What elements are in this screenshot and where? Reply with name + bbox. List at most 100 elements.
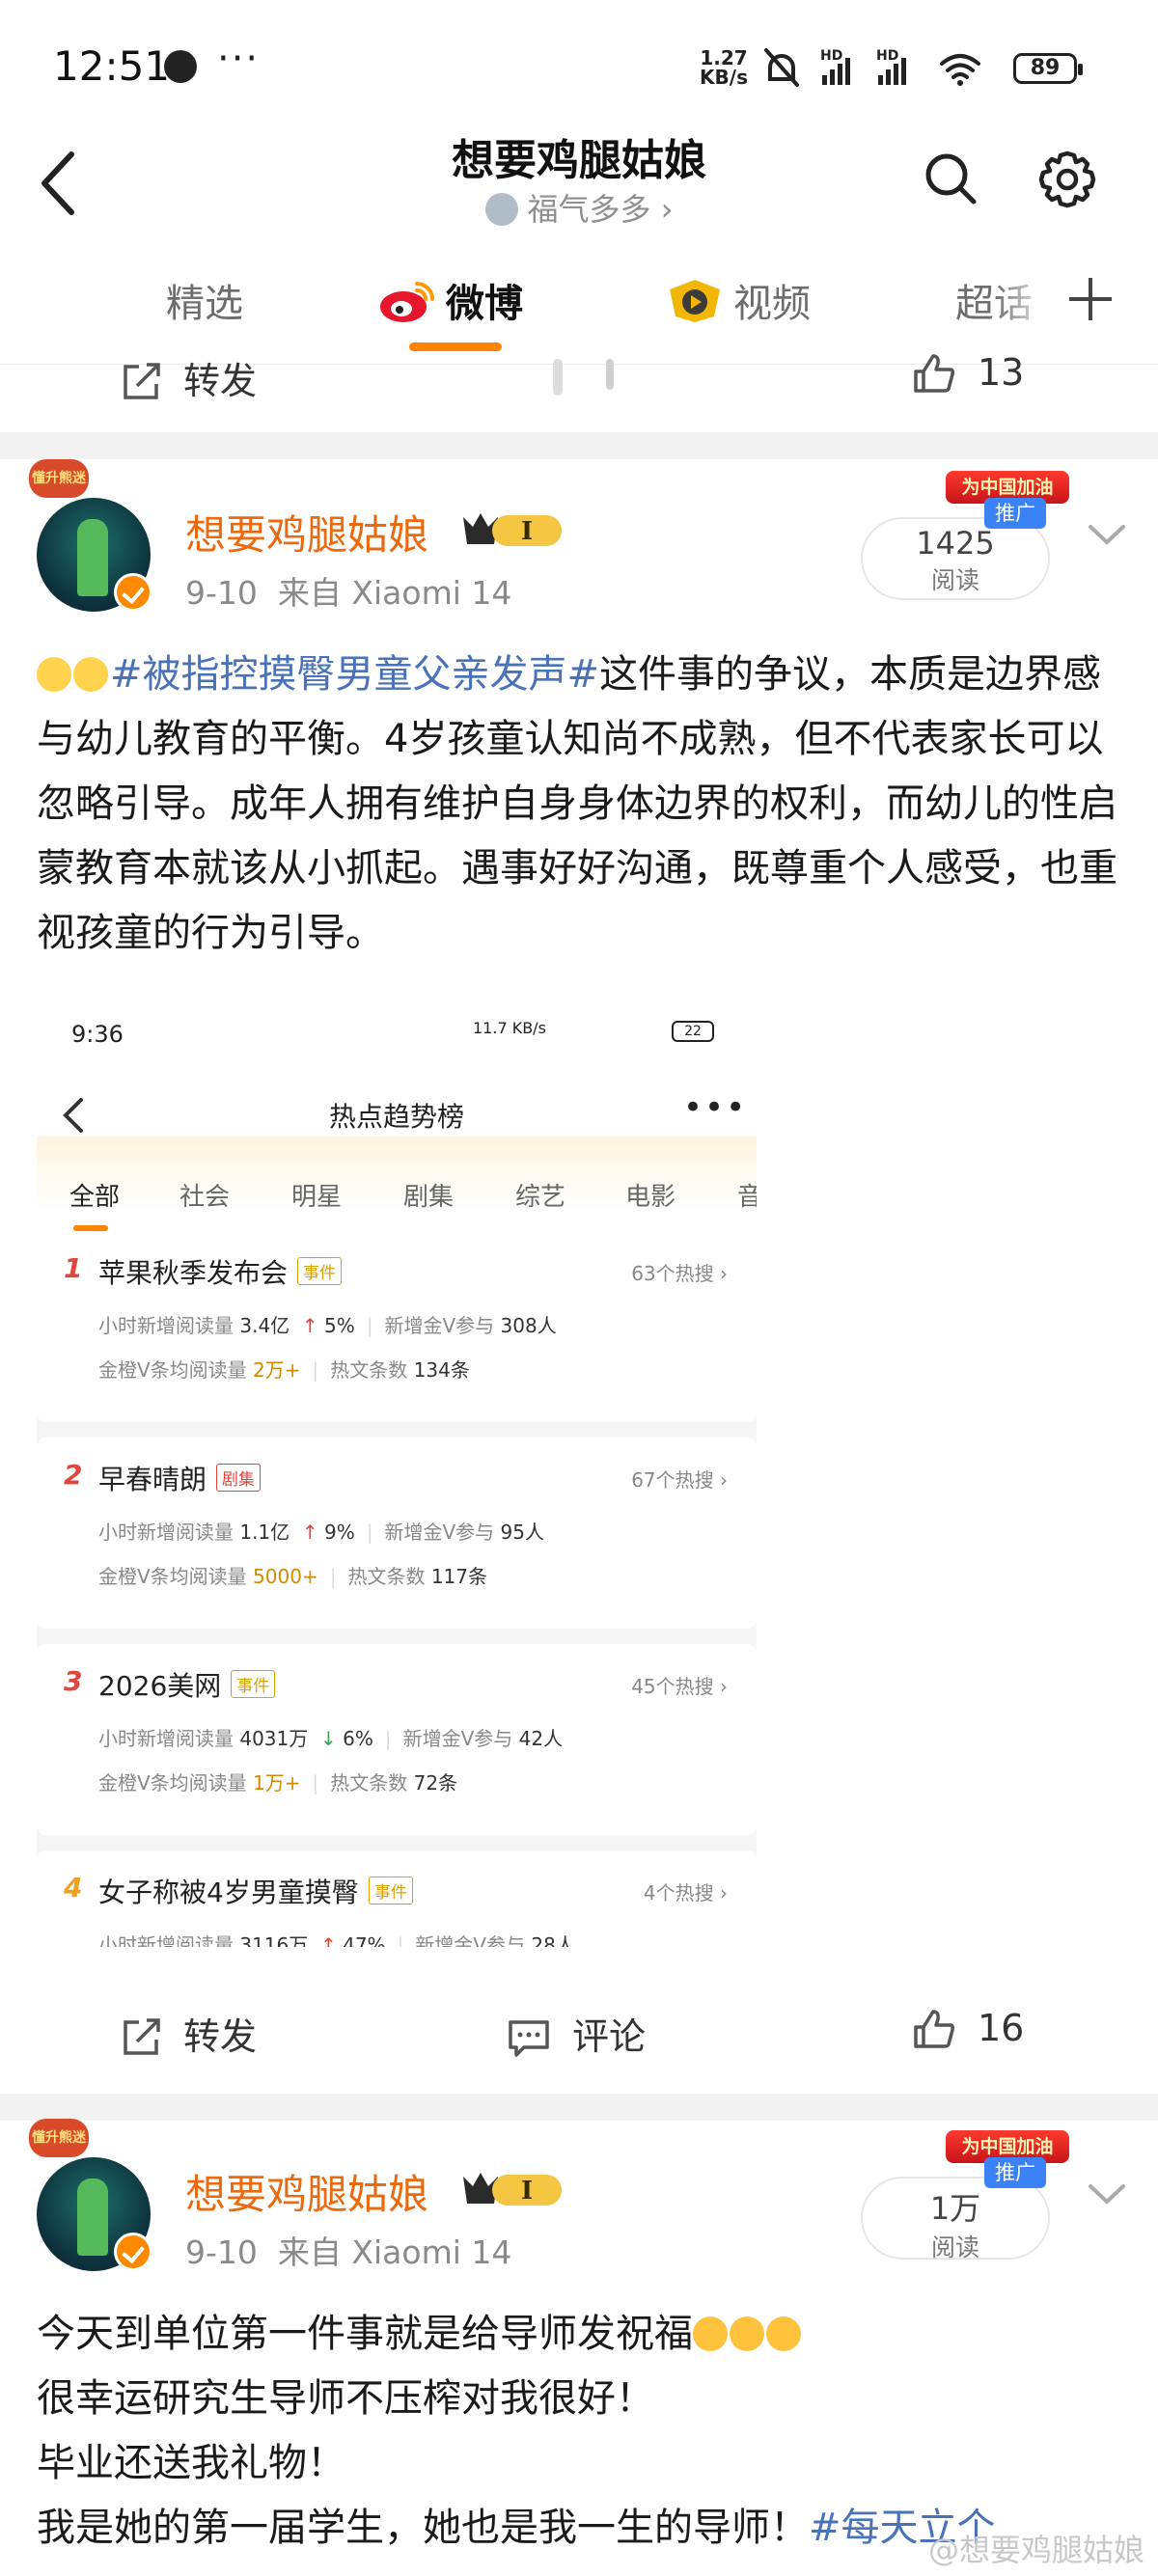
trend-rank: 3 bbox=[64, 1665, 83, 1697]
vip-level-badge[interactable]: I bbox=[459, 509, 567, 550]
read-count-pill: 1万 阅读 bbox=[861, 2177, 1050, 2261]
comment-icon bbox=[509, 2020, 549, 2057]
comment-button[interactable]: 评论 bbox=[507, 2007, 646, 2060]
page-title: 想要鸡腿姑娘 bbox=[452, 136, 706, 185]
emoji-icon bbox=[37, 657, 71, 692]
post-menu-chevron-icon[interactable] bbox=[1085, 2177, 1129, 2211]
trend-stats-2: 金橙V条均阅读量 5000+ | 热文条数 117条 bbox=[98, 1565, 487, 1588]
vip-level: I bbox=[521, 517, 533, 546]
previous-post-actions: 转发 13 bbox=[0, 353, 1158, 421]
trend-heat: 4个热搜 › bbox=[643, 1881, 728, 1905]
signal-wifi-icons: HD HD bbox=[764, 48, 980, 87]
username[interactable]: 想要鸡腿姑娘 bbox=[185, 2162, 428, 2221]
trend-name: 女子称被4岁男童摸臀 事件 bbox=[98, 1872, 413, 1910]
read-count: 1425 bbox=[916, 525, 995, 562]
notification-icon bbox=[164, 50, 197, 83]
like-button[interactable]: 13 bbox=[912, 353, 1024, 395]
read-count-pill: 1425 阅读 bbox=[861, 517, 1050, 600]
trend-stats: 小时新增阅读量 4031万 ↓ 6% | 新增金V参与 42人 bbox=[98, 1727, 564, 1750]
video-icon bbox=[670, 280, 720, 322]
trend-rank: 1 bbox=[64, 1252, 83, 1284]
trend-stats-2: 金橙V条均阅读量 2万+ | 热文条数 134条 bbox=[98, 1358, 470, 1382]
embedded-title: 热点趋势榜 bbox=[328, 1101, 464, 1133]
verified-badge-icon bbox=[114, 2233, 152, 2271]
trend-name: 早春晴朗 剧集 bbox=[98, 1459, 262, 1497]
watermark: @想要鸡腿姑娘 bbox=[928, 2532, 1145, 2568]
vip-level-badge[interactable]: I bbox=[459, 2169, 567, 2209]
network-speed: 1.27 KB/s bbox=[700, 46, 748, 89]
add-tab-button[interactable] bbox=[1062, 270, 1119, 328]
search-button[interactable] bbox=[922, 150, 979, 207]
post-actions: 转发 评论 16 bbox=[0, 1987, 1158, 2084]
post-divider bbox=[0, 432, 1158, 459]
trend-stats: 小时新增阅读量 1.1亿 ↑ 9% | 新增金V参与 95人 bbox=[98, 1521, 544, 1544]
emoji-icon bbox=[73, 657, 108, 692]
repost-icon bbox=[124, 363, 160, 399]
more-notifications-icon: ··· bbox=[217, 37, 261, 81]
trend-label: 事件 bbox=[231, 1670, 276, 1698]
emoji-icon bbox=[730, 2316, 764, 2351]
trend-heat: 45个热搜 › bbox=[631, 1675, 728, 1698]
profile-tabs: 精选 微博 视频 超话 bbox=[0, 241, 1158, 365]
repost-button[interactable]: 转发 bbox=[120, 2007, 257, 2060]
trend-name: 苹果秋季发布会 事件 bbox=[98, 1252, 343, 1291]
avatar-badge: 懂升熊迷 bbox=[29, 2119, 89, 2157]
post-text: 今天到单位第一件事就是给导师发祝福 很幸运研究生导师不压榨对我很好！ 毕业还送我… bbox=[37, 2312, 996, 2550]
embedded-status-bar: 9:36 11.7 KB/s 22 bbox=[37, 992, 757, 1069]
profile-header: 想要鸡腿姑娘 福气多多 › bbox=[0, 125, 1158, 241]
trend-heat: 63个热搜 › bbox=[631, 1262, 728, 1285]
thumbs-up-icon bbox=[914, 354, 954, 393]
repost-button[interactable]: 转发 bbox=[120, 353, 257, 404]
settings-gear-button[interactable] bbox=[1037, 150, 1097, 209]
vip-level: I bbox=[521, 2177, 533, 2206]
embedded-screenshot[interactable]: 9:36 11.7 KB/s 22 热点趋势榜 ••• 全部 社会 明星 剧集 … bbox=[37, 992, 757, 1947]
scrollbar-handle-2 bbox=[606, 359, 614, 390]
avatar-badge: 懂升熊迷 bbox=[29, 459, 89, 498]
read-label: 阅读 bbox=[930, 2233, 979, 2261]
username[interactable]: 想要鸡腿姑娘 bbox=[185, 503, 428, 562]
active-tab-indicator bbox=[409, 343, 502, 351]
trend-item[interactable]: 4 女子称被4岁男童摸臀 事件 4个热搜 › 小时新增阅读量 3116万 ↑ 47% | 新… bbox=[37, 1850, 757, 1947]
embedded-tabs: 全部 社会 明星 剧集 综艺 电影 音 bbox=[37, 1137, 757, 1243]
post-header: 懂升熊迷 想要鸡腿姑娘 I 9-10 来自 Xiaomi 14 1万 阅读 为中… bbox=[0, 2119, 1158, 2273]
topic-link[interactable]: #被指控摸臀男童父亲发声# bbox=[110, 652, 599, 697]
weibo-logo-icon bbox=[380, 282, 434, 322]
emoji-icon bbox=[766, 2316, 801, 2351]
trend-heat: 67个热搜 › bbox=[631, 1468, 728, 1492]
promotion-badge[interactable]: 为中国加油 推广 bbox=[946, 2130, 1071, 2188]
post-menu-chevron-icon[interactable] bbox=[1085, 517, 1129, 552]
post-header: 懂升熊迷 想要鸡腿姑娘 I 9-10 来自 Xiaomi 14 1425 阅读 … bbox=[0, 459, 1158, 614]
trend-item[interactable]: 3 2026美网 事件 45个热搜 › 小时新增阅读量 4031万 ↓ 6% | 新增金V参… bbox=[37, 1644, 757, 1835]
tab-weibo[interactable]: 微博 bbox=[378, 272, 523, 328]
avatar-figure bbox=[77, 519, 108, 596]
like-button[interactable]: 16 bbox=[912, 2007, 1024, 2050]
battery-icon: 89 bbox=[1013, 53, 1083, 84]
tab-video[interactable]: 视频 bbox=[666, 272, 811, 328]
trend-stats-2: 金橙V条均阅读量 1万+ | 热文条数 72条 bbox=[98, 1771, 458, 1795]
more-icon: ••• bbox=[683, 1088, 748, 1127]
trend-stats: 小时新增阅读量 3.4亿 ↑ 5% | 新增金V参与 308人 bbox=[98, 1314, 557, 1337]
trend-name: 2026美网 事件 bbox=[98, 1665, 276, 1704]
trend-label: 事件 bbox=[368, 1877, 413, 1905]
trend-item[interactable]: 1 苹果秋季发布会 事件 63个热搜 › 小时新增阅读量 3.4亿 ↑ 5% | 新增金V参… bbox=[37, 1231, 757, 1422]
post-divider bbox=[0, 2094, 1158, 2121]
trend-rank: 2 bbox=[64, 1459, 83, 1491]
post-text: #被指控摸臀男童父亲发声#这件事的争议，本质是边界感与幼儿教育的平衡。4岁孩童认… bbox=[37, 652, 1117, 955]
read-label: 阅读 bbox=[930, 566, 979, 594]
trend-label: 剧集 bbox=[216, 1464, 262, 1492]
repost-icon bbox=[124, 2018, 160, 2055]
profile-subtitle-link[interactable]: 福气多多 › bbox=[0, 185, 1158, 230]
emoji-icon bbox=[693, 2316, 728, 2351]
trend-rank: 4 bbox=[64, 1872, 83, 1904]
promotion-badge[interactable]: 为中国加油 推广 bbox=[946, 471, 1071, 529]
tab-fade bbox=[994, 241, 1052, 364]
hd-label-1: HD bbox=[820, 48, 842, 64]
post-meta: 9-10 来自 Xiaomi 14 bbox=[185, 574, 512, 612]
trend-item[interactable]: 2 早春晴朗 剧集 67个热搜 › 小时新增阅读量 1.1亿 ↑ 9% | 新增金V参与 9… bbox=[37, 1438, 757, 1629]
tab-featured[interactable]: 精选 bbox=[166, 272, 243, 328]
fortune-icon bbox=[484, 193, 518, 226]
scrollbar-handle[interactable] bbox=[553, 359, 563, 396]
verified-badge-icon bbox=[114, 573, 152, 612]
trend-label: 事件 bbox=[297, 1257, 343, 1285]
trend-stats: 小时新增阅读量 3116万 ↑ 47% | 新增金V参与 28人 bbox=[98, 1933, 575, 1947]
